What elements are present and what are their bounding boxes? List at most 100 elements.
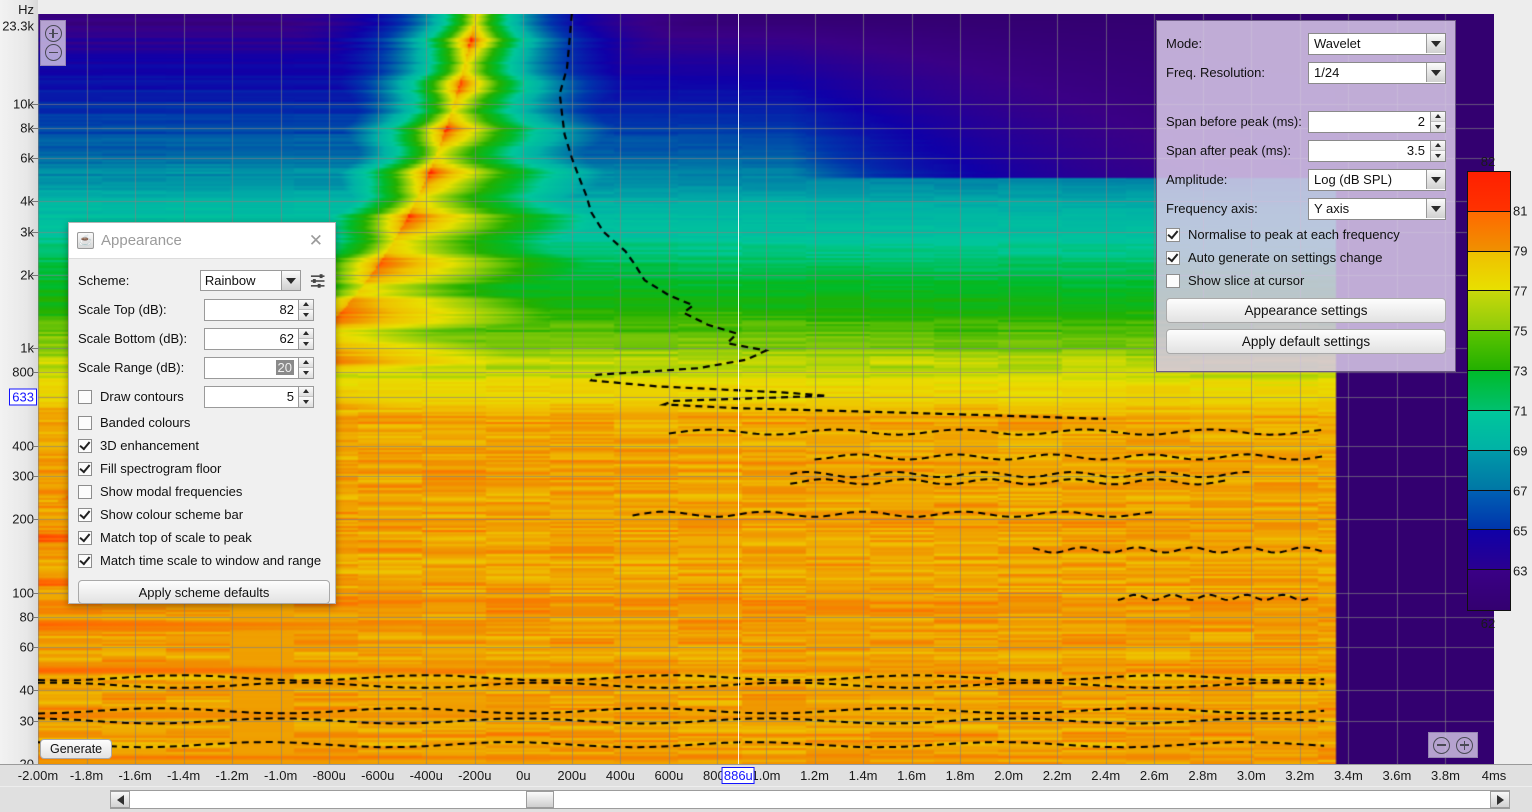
settings-checkbox-row[interactable]: Auto generate on settings change: [1166, 246, 1446, 269]
amplitude-value: Log (dB SPL): [1314, 172, 1393, 187]
stepper-up-icon[interactable]: [1431, 140, 1445, 151]
frequency-axis-row: Frequency axis: Y axis: [1166, 194, 1446, 223]
scale-range-value[interactable]: 20: [275, 360, 294, 375]
appearance-checkbox-row[interactable]: 3D enhancement: [78, 434, 326, 457]
generate-button[interactable]: Generate: [40, 739, 113, 759]
appearance-checkbox-row[interactable]: Match time scale to window and range: [78, 549, 326, 572]
y-axis-tick-label: 300: [12, 468, 34, 484]
settings-checkbox-row[interactable]: Normalise to peak at each frequency: [1166, 223, 1446, 246]
appearance-dialog[interactable]: ☕ Appearance ✕ Scheme: Rainbow Scale Top…: [68, 222, 336, 604]
scrollbar-thumb[interactable]: [526, 791, 554, 808]
stepper-up-icon[interactable]: [299, 357, 313, 368]
stepper-down-icon[interactable]: [1431, 122, 1445, 132]
scale-bottom-spin-buttons[interactable]: [298, 328, 313, 349]
appearance-checkbox-row[interactable]: Banded colours: [78, 411, 326, 434]
frequency-axis[interactable]: Hz 23.3k 10k 8k 6k 4k 3k 2k 1k 800 400 300 200 100 8…: [0, 0, 38, 772]
chevron-down-icon[interactable]: [1426, 170, 1445, 189]
stepper-up-icon[interactable]: [299, 328, 313, 339]
stepper-up-icon[interactable]: [299, 386, 313, 397]
vertical-zoom-controls[interactable]: [40, 20, 66, 66]
appearance-checkbox-row[interactable]: Show modal frequencies: [78, 480, 326, 503]
draw-contours-stepper[interactable]: 5: [204, 385, 314, 408]
zoom-out-icon[interactable]: [1433, 736, 1450, 754]
spectrogram-settings-panel[interactable]: Mode: Wavelet Freq. Resolution: 1/24 Spa…: [1156, 20, 1456, 372]
span-before-value[interactable]: 2: [1309, 114, 1430, 129]
stepper-down-icon[interactable]: [299, 310, 313, 320]
scheme-select[interactable]: Rainbow: [199, 270, 301, 291]
scale-top-label: Scale Top (dB):: [78, 302, 167, 317]
span-before-stepper[interactable]: 2: [1308, 110, 1446, 133]
stepper-up-icon[interactable]: [299, 299, 313, 310]
colourbar-tick-label: 65: [1513, 523, 1528, 539]
appearance-checkbox-label: Show colour scheme bar: [100, 507, 244, 522]
zoom-in-icon[interactable]: [1456, 736, 1473, 754]
arrow-left-icon[interactable]: [110, 791, 130, 808]
colourbar-top-label: 82: [1480, 154, 1496, 169]
zoom-out-icon[interactable]: [44, 44, 62, 61]
sliders-icon[interactable]: [309, 272, 326, 290]
settings-checkbox[interactable]: [1166, 273, 1180, 288]
dialog-title-bar[interactable]: ☕ Appearance ✕: [69, 223, 335, 259]
appearance-checkbox[interactable]: [78, 530, 92, 545]
appearance-settings-button[interactable]: Appearance settings: [1166, 298, 1446, 323]
draw-contours-value[interactable]: 5: [205, 389, 298, 404]
appearance-checkbox-label: Fill spectrogram floor: [100, 461, 222, 476]
stepper-up-icon[interactable]: [1431, 111, 1445, 122]
chevron-down-icon[interactable]: [1426, 63, 1445, 82]
frequency-axis-select[interactable]: Y axis: [1308, 197, 1446, 220]
time-cursor-line[interactable]: [738, 14, 740, 764]
scale-top-value[interactable]: 82: [205, 302, 298, 317]
horizontal-zoom-controls[interactable]: [1428, 732, 1478, 758]
chevron-down-icon[interactable]: [1426, 199, 1445, 218]
frequency-cursor-readout[interactable]: 633: [9, 388, 37, 406]
zoom-in-icon[interactable]: [44, 25, 62, 42]
time-cursor-readout[interactable]: 886u: [721, 767, 755, 784]
appearance-checkbox[interactable]: [78, 415, 92, 430]
appearance-checkbox-row[interactable]: Fill spectrogram floor: [78, 457, 326, 480]
colourbar-segment: [1468, 410, 1510, 451]
mode-select[interactable]: Wavelet: [1308, 32, 1446, 55]
scale-top-stepper[interactable]: 82: [204, 298, 314, 321]
arrow-right-icon[interactable]: [1490, 791, 1510, 808]
stepper-down-icon[interactable]: [299, 339, 313, 349]
apply-scheme-defaults-button[interactable]: Apply scheme defaults: [78, 580, 330, 604]
scale-bottom-value[interactable]: 62: [205, 331, 298, 346]
scrollbar-track[interactable]: [110, 790, 1510, 809]
colourbar-gradient: [1467, 171, 1511, 611]
stepper-down-icon[interactable]: [1431, 151, 1445, 161]
appearance-checkbox[interactable]: [78, 553, 92, 568]
x-axis-tick-label: 0u: [516, 768, 531, 783]
horizontal-scrollbar[interactable]: [0, 787, 1532, 812]
span-after-value[interactable]: 3.5: [1309, 143, 1430, 158]
colourbar-segment: [1468, 331, 1510, 372]
appearance-checkbox[interactable]: [78, 438, 92, 453]
scale-top-spin-buttons[interactable]: [298, 299, 313, 320]
draw-contours-checkbox[interactable]: [78, 389, 92, 404]
appearance-checkbox[interactable]: [78, 461, 92, 476]
freq-resolution-label: Freq. Resolution:: [1166, 65, 1265, 80]
stepper-down-icon[interactable]: [299, 397, 313, 407]
appearance-checkbox-row[interactable]: Show colour scheme bar: [78, 503, 326, 526]
scale-bottom-stepper[interactable]: 62: [204, 327, 314, 350]
close-icon[interactable]: ✕: [305, 231, 327, 251]
settings-checkbox-row[interactable]: Show slice at cursor: [1166, 269, 1446, 292]
freq-resolution-select[interactable]: 1/24: [1308, 61, 1446, 84]
scale-range-stepper[interactable]: 20: [204, 356, 314, 379]
settings-checkbox[interactable]: [1166, 227, 1180, 242]
span-before-spin-buttons[interactable]: [1430, 111, 1445, 132]
chevron-down-icon[interactable]: [1426, 34, 1445, 53]
span-after-spin-buttons[interactable]: [1430, 140, 1445, 161]
settings-checkbox[interactable]: [1166, 250, 1180, 265]
appearance-checkbox[interactable]: [78, 484, 92, 499]
chevron-down-icon[interactable]: [280, 271, 300, 290]
time-axis[interactable]: -2.00m -1.8m -1.6m -1.4m -1.2m -1.0m -800u -600…: [0, 764, 1532, 786]
scale-range-spin-buttons[interactable]: [298, 357, 313, 378]
stepper-down-icon[interactable]: [299, 368, 313, 378]
apply-default-settings-button[interactable]: Apply default settings: [1166, 329, 1446, 354]
appearance-checkbox[interactable]: [78, 507, 92, 522]
appearance-checkbox-row[interactable]: Match top of scale to peak: [78, 526, 326, 549]
span-after-stepper[interactable]: 3.5: [1308, 139, 1446, 162]
draw-contours-spin-buttons[interactable]: [298, 386, 313, 407]
colourbar-tick-label: 67: [1513, 483, 1528, 499]
amplitude-select[interactable]: Log (dB SPL): [1308, 168, 1446, 191]
